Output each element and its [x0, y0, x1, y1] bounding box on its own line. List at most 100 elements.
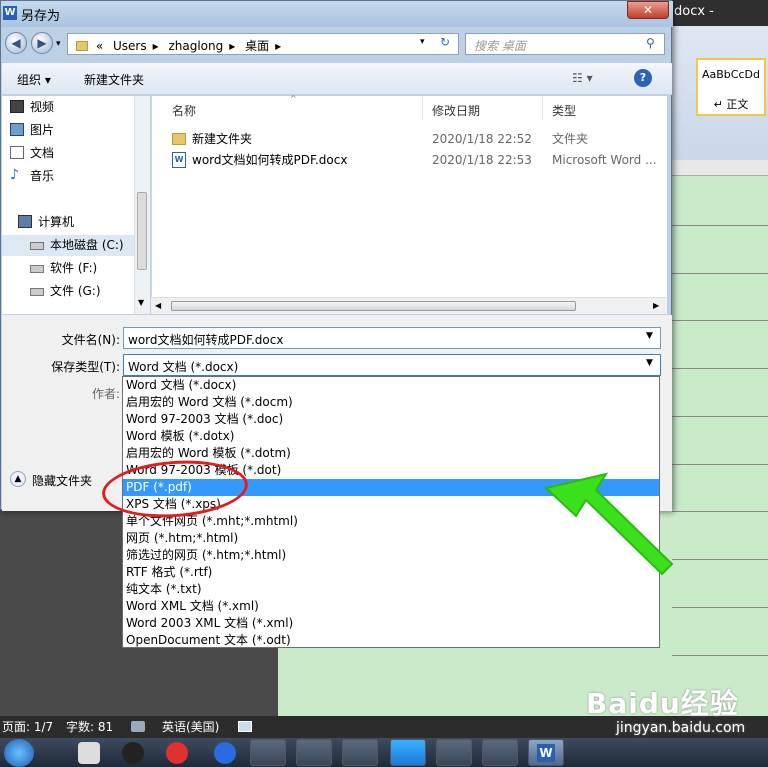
nav-label: 图片: [30, 123, 55, 137]
nav-item-computer[interactable]: 计算机: [18, 212, 75, 232]
dialog-title-bar[interactable]: W 另存为 ✕: [1, 1, 673, 27]
savetype-dropdown-icon[interactable]: ▼: [646, 358, 653, 368]
scroll-left-icon[interactable]: ◀: [155, 301, 161, 310]
organize-button[interactable]: 组织 ▾: [17, 71, 51, 88]
start-button[interactable]: [4, 739, 34, 767]
refresh-icon[interactable]: ↻: [434, 35, 456, 53]
nav-scroll-thumb[interactable]: [137, 192, 147, 270]
word-taskbar-button[interactable]: W: [528, 739, 564, 766]
paint-taskbar-button[interactable]: [342, 739, 378, 766]
file-row[interactable]: W word文档如何转成PDF.docx 2020/1/18 22:53 Mic…: [152, 150, 662, 170]
file-name: word文档如何转成PDF.docx: [192, 153, 348, 167]
help-icon[interactable]: ?: [634, 69, 652, 87]
view-options-icon[interactable]: ☷ ▾: [572, 71, 593, 85]
style-normal-button[interactable]: AaBbCcDd ↵ 正文: [696, 58, 766, 116]
column-divider[interactable]: [542, 96, 543, 120]
nav-item-documents[interactable]: 文档: [10, 143, 55, 163]
document-line: [672, 368, 768, 369]
breadcrumb-desktop[interactable]: 桌面: [245, 39, 269, 53]
address-dropdown-icon[interactable]: ▾: [420, 37, 425, 47]
music-icon: ♪: [10, 167, 19, 183]
search-input[interactable]: 搜索 桌面: [474, 37, 526, 54]
nav-item-drive-c[interactable]: 本地磁盘 (C:): [30, 235, 124, 255]
nav-item-drive-g[interactable]: 文件 (G:): [30, 281, 101, 301]
scroll-right-icon[interactable]: ▶: [653, 301, 659, 310]
savetype-label: 保存类型(T):: [51, 360, 120, 374]
savetype-option[interactable]: Word 97-2003 文档 (*.doc): [123, 411, 659, 428]
app-taskbar-button[interactable]: [390, 739, 426, 766]
back-button[interactable]: ◀: [5, 32, 27, 54]
author-label: 作者:: [92, 387, 121, 401]
breadcrumb: « Users ▸ zhaglong ▸ 桌面 ▸: [76, 37, 281, 54]
history-dropdown-icon[interactable]: ▾: [56, 39, 61, 49]
document-line: [672, 464, 768, 465]
search-icon[interactable]: ⚲: [646, 36, 655, 50]
ruler[interactable]: [672, 160, 768, 176]
document-line: [672, 607, 768, 608]
forward-button[interactable]: ▶: [31, 32, 53, 54]
savetype-select[interactable]: Word 文档 (*.docx) ▼: [123, 354, 661, 376]
close-button[interactable]: ✕: [627, 1, 669, 19]
proofing-icon[interactable]: [131, 721, 145, 732]
address-bar[interactable]: « Users ▸ zhaglong ▸ 桌面 ▸ ▾ ↻: [67, 33, 459, 55]
nav-label: 计算机: [38, 215, 75, 229]
file-row[interactable]: 新建文件夹 2020/1/18 22:52 文件夹: [152, 129, 662, 149]
calculator-icon[interactable]: [78, 742, 100, 764]
document-line: [672, 655, 768, 656]
sort-indicator-icon: ^: [290, 94, 297, 103]
search-box[interactable]: 搜索 桌面 ⚲: [465, 33, 665, 55]
photos-taskbar-button[interactable]: [296, 739, 332, 766]
file-list: 名称 ^ 修改日期 类型 新建文件夹 2020/1/18 22:52 文件夹 W…: [151, 94, 667, 314]
taskbar: [0, 738, 768, 767]
filename-dropdown-icon[interactable]: ▼: [646, 331, 653, 341]
document-line: [672, 320, 768, 321]
savetype-option[interactable]: 纯文本 (*.txt): [123, 581, 659, 598]
column-name-header[interactable]: 名称: [172, 102, 196, 119]
column-divider[interactable]: [422, 96, 423, 120]
horizontal-scroll-thumb[interactable]: [171, 301, 576, 311]
app-taskbar-button[interactable]: [436, 739, 472, 766]
document-icon: [10, 146, 24, 159]
savetype-option[interactable]: OpenDocument 文本 (*.odt): [123, 632, 659, 649]
savetype-option[interactable]: 启用宏的 Word 文档 (*.docm): [123, 394, 659, 411]
input-mode-icon[interactable]: [238, 721, 252, 732]
new-folder-button[interactable]: 新建文件夹: [84, 71, 144, 88]
nav-item-music[interactable]: ♪ 音乐: [10, 166, 54, 186]
breadcrumb-overflow[interactable]: «: [96, 39, 103, 53]
drive-icon: [30, 265, 44, 273]
explorer-taskbar-button[interactable]: [250, 739, 286, 766]
savetype-option[interactable]: Word 2003 XML 文档 (*.xml): [123, 615, 659, 632]
nav-item-videos[interactable]: 视频: [10, 97, 54, 117]
nav-item-pictures[interactable]: 图片: [10, 120, 55, 140]
hide-folders-button[interactable]: 隐藏文件夹: [32, 472, 92, 489]
baidu-watermark: Baidu经验 jingyan.baidu.com: [586, 682, 766, 742]
nav-label: 本地磁盘 (C:): [50, 238, 124, 252]
browser-icon[interactable]: [214, 742, 236, 764]
nav-scrollbar[interactable]: ▼: [134, 96, 150, 314]
collapse-icon[interactable]: ▲: [10, 471, 26, 487]
filename-field[interactable]: word文档如何转成PDF.docx ▼: [123, 327, 661, 349]
nav-label: 文档: [30, 146, 55, 160]
netease-music-icon[interactable]: [166, 742, 188, 764]
language-indicator[interactable]: 英语(美国): [162, 716, 219, 738]
savetype-option[interactable]: 启用宏的 Word 模板 (*.dotm): [123, 445, 659, 462]
breadcrumb-users[interactable]: Users: [113, 39, 147, 53]
dialog-toolbar: 组织 ▾ 新建文件夹 ☷ ▾ ?: [2, 63, 672, 95]
watermark-url: jingyan.baidu.com: [616, 720, 746, 736]
savetype-option[interactable]: Word XML 文档 (*.xml): [123, 598, 659, 615]
savetype-value: Word 文档 (*.docx): [128, 360, 239, 374]
savetype-option[interactable]: Word 文档 (*.docx): [123, 377, 659, 394]
page-indicator[interactable]: 页面: 1/7: [2, 716, 53, 738]
savetype-option[interactable]: Word 模板 (*.dotx): [123, 428, 659, 445]
scroll-down-icon[interactable]: ▼: [138, 298, 144, 307]
column-modified-header[interactable]: 修改日期: [432, 102, 480, 119]
notepad-taskbar-button[interactable]: [482, 739, 518, 766]
breadcrumb-user[interactable]: zhaglong: [168, 39, 223, 53]
qq-icon[interactable]: [122, 742, 144, 764]
file-type: Microsoft Word ...: [552, 153, 657, 167]
column-type-header[interactable]: 类型: [552, 102, 576, 119]
word-count[interactable]: 字数: 81: [66, 716, 113, 738]
picture-icon: [10, 123, 24, 136]
horizontal-scrollbar[interactable]: ◀ ▶: [151, 297, 667, 314]
nav-item-drive-f[interactable]: 软件 (F:): [30, 258, 97, 278]
